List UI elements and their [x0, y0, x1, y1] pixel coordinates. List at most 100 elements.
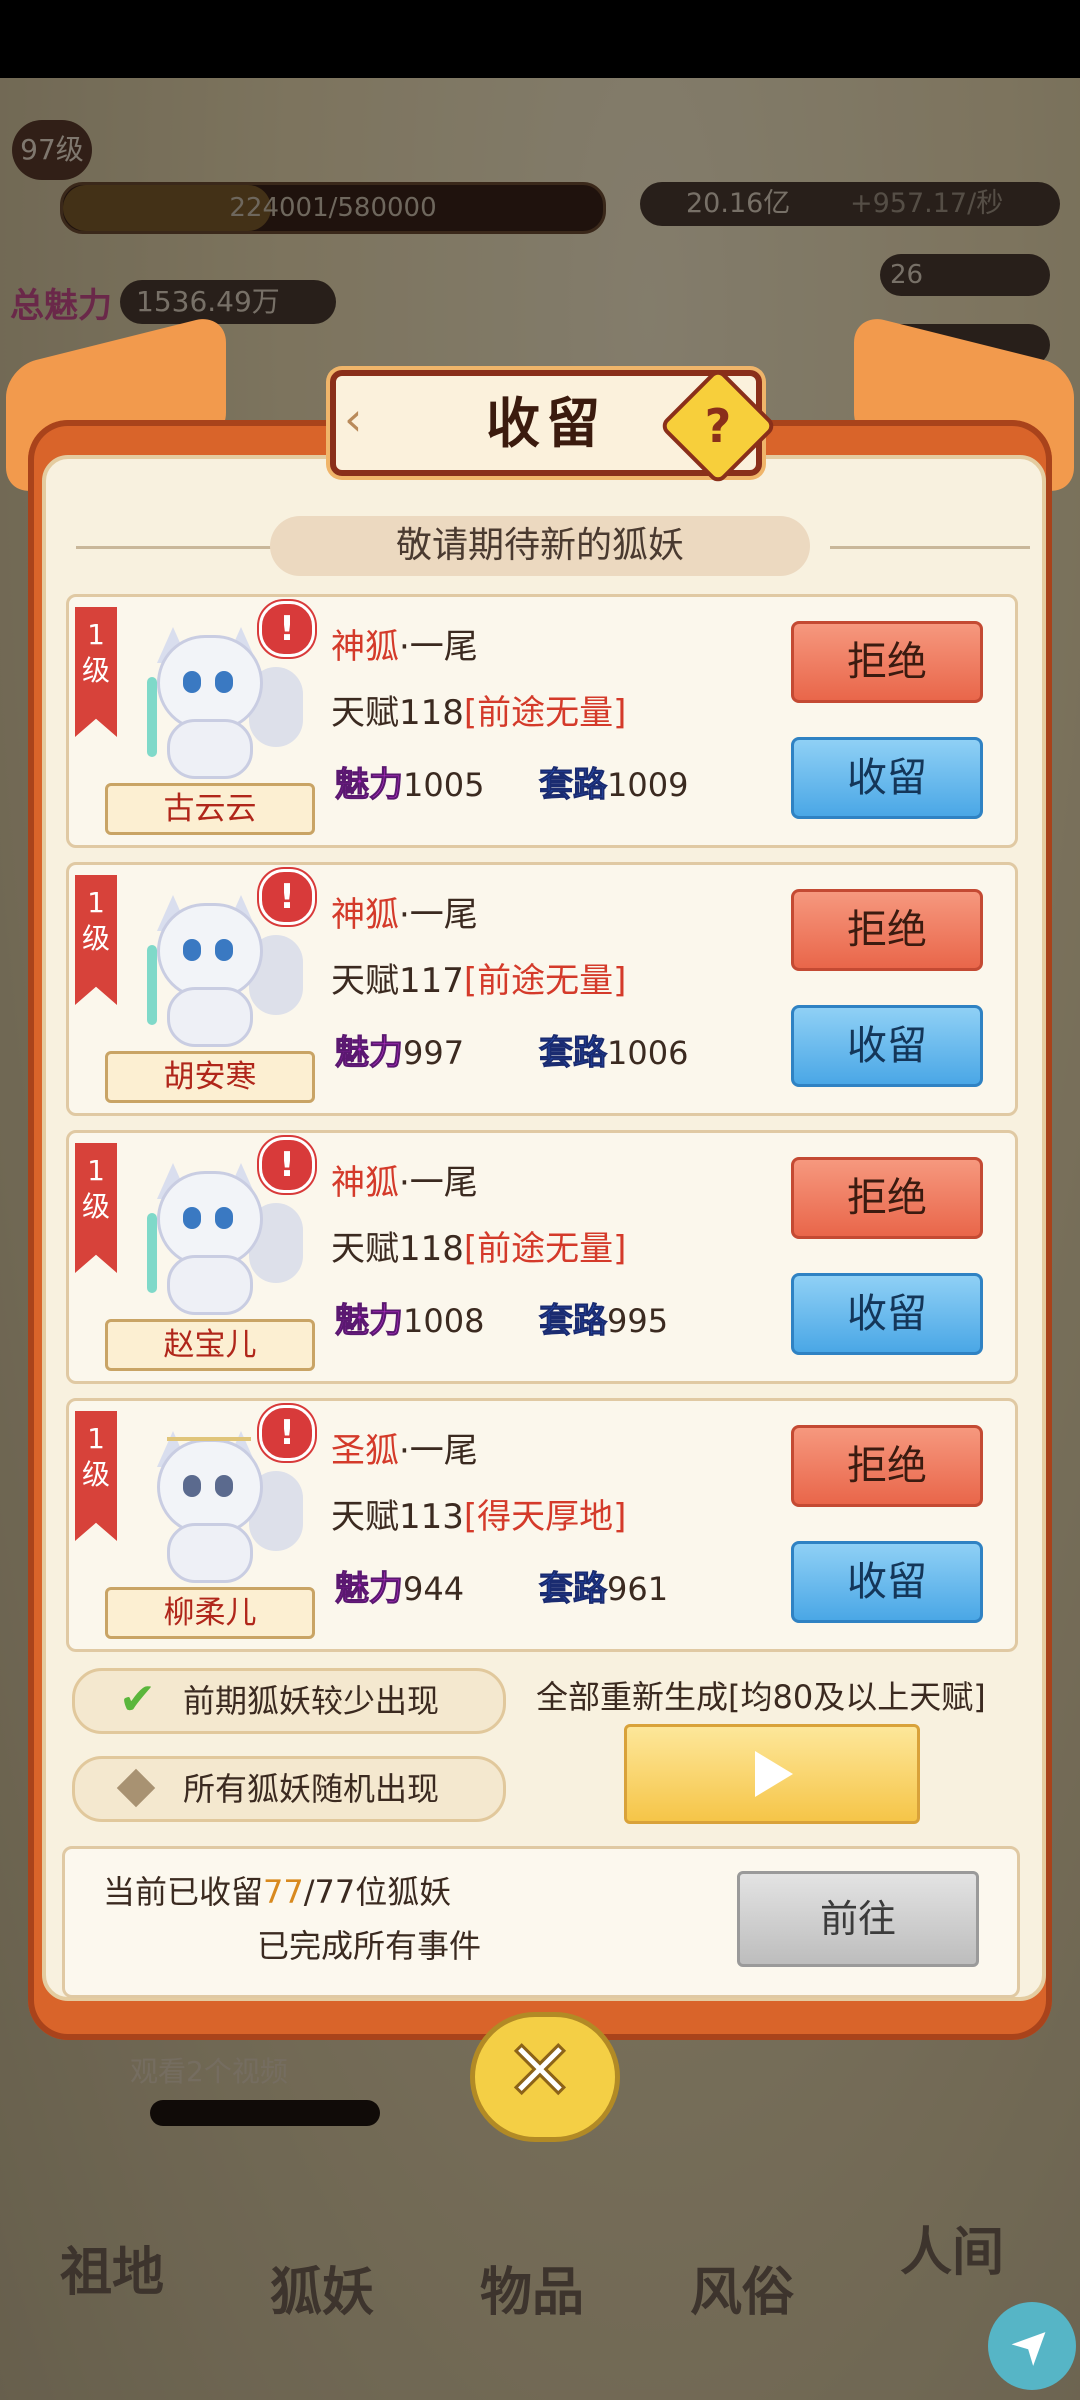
shelter-count-value: 77: [263, 1873, 304, 1911]
fox-card: 1级 ! 胡安寒 神狐·一尾 天赋117[前途无量] 魅力997 套路1006 …: [66, 862, 1018, 1116]
fox-charm-value: 944: [403, 1570, 465, 1608]
fox-tao-value: 995: [607, 1302, 669, 1340]
fox-tail: ·一尾: [399, 627, 478, 667]
fox-talent-line: 天赋118[前途无量]: [331, 1221, 626, 1270]
tao-label: 套路: [539, 765, 608, 806]
fox-talent-tag: [前途无量]: [463, 961, 627, 1001]
fox-talent: 天赋117: [331, 961, 464, 1001]
fox-card: 1级 ! 赵宝儿 神狐·一尾 天赋118[前途无量] 魅力1008 套路995 …: [66, 1130, 1018, 1384]
fox-charm-value: 1005: [403, 766, 485, 804]
fox-card: 1级 ! 柳柔儿 圣狐·一尾 天赋113[得天厚地] 魅力944 套路961 拒…: [66, 1398, 1018, 1652]
fox-talent-line: 天赋113[得天厚地]: [331, 1489, 626, 1538]
subtitle-divider-left: [76, 546, 276, 549]
fox-talent-tag: [前途无量]: [463, 693, 627, 733]
accept-button[interactable]: 收留: [791, 1541, 983, 1623]
fox-avatar: [139, 1431, 303, 1583]
fox-name: 赵宝儿: [105, 1319, 315, 1371]
fox-avatar: [139, 895, 303, 1047]
fox-tail: ·一尾: [399, 1163, 478, 1203]
fox-talent-line: 天赋117[前途无量]: [331, 953, 626, 1002]
fox-race-line: 圣狐·一尾: [331, 1423, 478, 1472]
fox-talent-tag: [得天厚地]: [463, 1497, 627, 1537]
fox-charm-stat: 魅力1005: [335, 757, 485, 806]
fox-tao-stat: 套路961: [539, 1561, 669, 1610]
exclamation-icon[interactable]: !: [259, 1137, 315, 1193]
option-random-fox[interactable]: 所有狐妖随机出现: [72, 1756, 506, 1822]
fox-talent: 天赋113: [331, 1497, 464, 1537]
exclamation-icon[interactable]: !: [259, 1405, 315, 1461]
charm-label: 魅力: [335, 1033, 404, 1074]
close-button[interactable]: ✕: [470, 2012, 620, 2142]
fox-race: 神狐: [331, 1163, 399, 1203]
fox-talent-tag: [前途无量]: [463, 1229, 627, 1269]
fox-name: 古云云: [105, 783, 315, 835]
fox-avatar: [139, 627, 303, 779]
title-arrow-left-icon: ‹: [344, 392, 363, 446]
fox-charm-stat: 魅力1008: [335, 1293, 485, 1342]
accept-button[interactable]: 收留: [791, 1005, 983, 1087]
fox-race: 圣狐: [331, 1431, 399, 1471]
regenerate-video-button[interactable]: [624, 1724, 920, 1824]
option-early-fox-label: 前期狐妖较少出现: [183, 1682, 440, 1720]
charm-label: 魅力: [335, 1569, 404, 1610]
fox-tail: ·一尾: [399, 1431, 478, 1471]
reject-button[interactable]: 拒绝: [791, 1157, 983, 1239]
reject-button[interactable]: 拒绝: [791, 621, 983, 703]
goto-button[interactable]: 前往: [737, 1871, 979, 1967]
fox-race-line: 神狐·一尾: [331, 1155, 478, 1204]
fox-charm-stat: 魅力997: [335, 1025, 465, 1074]
fox-talent-line: 天赋118[前途无量]: [331, 685, 626, 734]
diamond-icon: [116, 1768, 156, 1808]
reject-button[interactable]: 拒绝: [791, 1425, 983, 1507]
option-early-fox-rare[interactable]: ✔ 前期狐妖较少出现: [72, 1668, 506, 1734]
fox-talent: 天赋118: [331, 1229, 464, 1269]
dialog-subtitle: 敬请期待新的狐妖: [270, 516, 810, 576]
fox-tao-stat: 套路1006: [539, 1025, 689, 1074]
fox-name: 胡安寒: [105, 1051, 315, 1103]
fox-avatar: [139, 1163, 303, 1315]
check-icon: ✔: [119, 1674, 156, 1725]
tao-label: 套路: [539, 1301, 608, 1342]
reject-button[interactable]: 拒绝: [791, 889, 983, 971]
subtitle-divider-right: [830, 546, 1030, 549]
fox-tao-stat: 套路995: [539, 1293, 669, 1342]
fox-race: 神狐: [331, 895, 399, 935]
shelter-status-box: 当前已收留77/77位狐妖 已完成所有事件 前往: [62, 1846, 1020, 1998]
shelter-count-prefix: 当前已收留: [103, 1873, 264, 1911]
shelter-count-suffix: /77位狐妖: [303, 1873, 452, 1911]
accept-button[interactable]: 收留: [791, 737, 983, 819]
fox-tao-value: 1006: [607, 1034, 689, 1072]
fox-charm-value: 1008: [403, 1302, 485, 1340]
fox-race-line: 神狐·一尾: [331, 887, 478, 936]
option-random-fox-label: 所有狐妖随机出现: [183, 1770, 440, 1808]
play-icon: [755, 1751, 793, 1797]
fox-charm-value: 997: [403, 1034, 465, 1072]
fox-race-line: 神狐·一尾: [331, 619, 478, 668]
close-icon: ✕: [504, 2023, 576, 2121]
fox-level-badge: 1级: [75, 607, 117, 737]
regenerate-label: 全部重新生成[均80及以上天赋]: [536, 1678, 986, 1716]
accept-button[interactable]: 收留: [791, 1273, 983, 1355]
fox-tail: ·一尾: [399, 895, 478, 935]
fox-tao-value: 961: [607, 1570, 669, 1608]
fox-talent: 天赋118: [331, 693, 464, 733]
fox-level-badge: 1级: [75, 1143, 117, 1273]
events-complete-text: 已完成所有事件: [257, 1927, 482, 1965]
rocket-icon[interactable]: [988, 2302, 1076, 2390]
charm-label: 魅力: [335, 765, 404, 806]
tao-label: 套路: [539, 1569, 608, 1610]
exclamation-icon[interactable]: !: [259, 601, 315, 657]
fox-name: 柳柔儿: [105, 1587, 315, 1639]
fox-race: 神狐: [331, 627, 399, 667]
fox-level-badge: 1级: [75, 875, 117, 1005]
help-icon: ?: [704, 399, 732, 453]
tao-label: 套路: [539, 1033, 608, 1074]
fox-tao-value: 1009: [607, 766, 689, 804]
exclamation-icon[interactable]: !: [259, 869, 315, 925]
fox-charm-stat: 魅力944: [335, 1561, 465, 1610]
fox-level-badge: 1级: [75, 1411, 117, 1541]
charm-label: 魅力: [335, 1301, 404, 1342]
fox-tao-stat: 套路1009: [539, 757, 689, 806]
shelter-count-text: 当前已收留77/77位狐妖: [103, 1867, 451, 1913]
fox-card: 1级 ! 古云云 神狐·一尾 天赋118[前途无量] 魅力1005 套路1009…: [66, 594, 1018, 848]
